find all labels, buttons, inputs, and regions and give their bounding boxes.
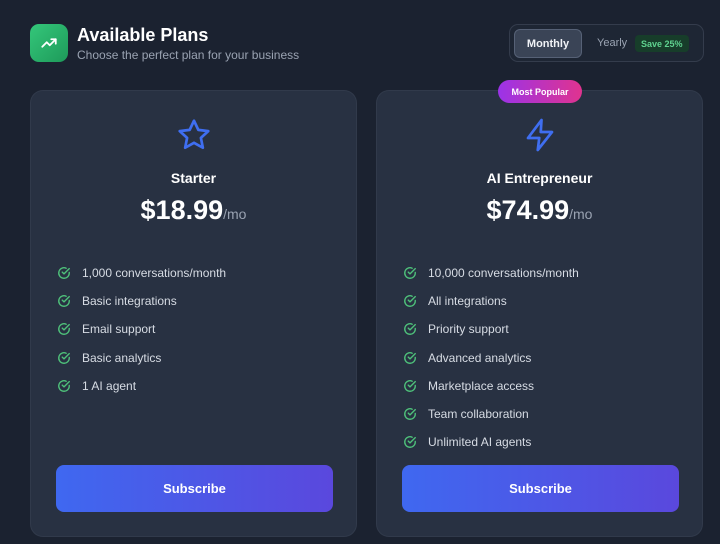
feature-item: Marketplace access	[403, 372, 579, 400]
price: $18.99/mo	[31, 195, 356, 226]
page-title: Available Plans	[77, 25, 209, 45]
feature-item: Unlimited AI agents	[403, 428, 579, 456]
monthly-toggle-button[interactable]: Monthly	[514, 29, 582, 58]
price-amount: $74.99	[486, 195, 570, 225]
subscribe-button-ai-entrepreneur[interactable]: Subscribe	[402, 465, 679, 512]
check-circle-icon	[58, 295, 70, 308]
check-circle-icon	[404, 436, 416, 449]
feature-text: Advanced analytics	[428, 350, 532, 365]
feature-text: Unlimited AI agents	[428, 435, 532, 450]
check-circle-icon	[404, 351, 416, 364]
check-circle-icon	[404, 408, 416, 420]
plan-name: AI Entrepreneur	[486, 170, 593, 186]
check-circle-icon	[404, 295, 416, 308]
feature-item: 1,000 conversations/month	[57, 259, 226, 287]
feature-item: Team collaboration	[403, 400, 579, 428]
feature-text: Email support	[82, 322, 156, 337]
feature-item: Email support	[57, 315, 226, 343]
check-circle-icon	[404, 379, 416, 392]
lightning-icon	[526, 118, 554, 152]
subscribe-button-starter[interactable]: Subscribe	[56, 465, 333, 512]
feature-text: 1,000 conversations/month	[82, 266, 227, 281]
feature-text: 10,000 conversations/month	[428, 266, 579, 281]
yearly-toggle-button[interactable]: Yearly	[597, 37, 627, 49]
feature-text: 1 AI agent	[82, 378, 137, 393]
page-subtitle: Choose the perfect plan for your busines…	[77, 48, 300, 62]
check-circle-icon	[404, 323, 416, 336]
feature-item: Basic integrations	[57, 287, 226, 315]
feature-text: Basic integrations	[82, 294, 177, 309]
price-period: /mo	[569, 206, 593, 222]
check-circle-icon	[58, 379, 70, 392]
check-circle-icon	[404, 267, 416, 279]
plan-name: Starter	[170, 170, 217, 186]
feature-text: Basic analytics	[82, 350, 162, 365]
star-icon	[178, 119, 210, 150]
billing-toggle: Monthly Yearly Save 25%	[509, 24, 704, 62]
feature-item: 1 AI agent	[57, 372, 226, 400]
feature-item: Priority support	[403, 315, 579, 343]
check-circle-icon	[58, 323, 70, 336]
feature-item: 10,000 conversations/month	[403, 259, 579, 287]
most-popular-badge: Most Popular	[498, 80, 582, 103]
price: $74.99/mo	[377, 195, 702, 226]
save-badge: Save 25%	[635, 35, 689, 52]
feature-list: 10,000 conversations/month All integrati…	[403, 259, 579, 456]
price-amount: $18.99	[140, 195, 224, 225]
feature-text: Priority support	[428, 322, 509, 337]
check-circle-icon	[58, 351, 70, 364]
feature-text: Team collaboration	[428, 407, 529, 422]
page-header: Available Plans Choose the perfect plan …	[30, 24, 299, 62]
plan-card-starter: Starter $18.99/mo 1,000 conversations/mo…	[30, 90, 357, 537]
pricing-page: Available Plans Choose the perfect plan …	[0, 0, 720, 544]
trending-up-icon	[30, 24, 68, 62]
feature-item: Advanced analytics	[403, 344, 579, 372]
feature-item: Basic analytics	[57, 344, 226, 372]
feature-list: 1,000 conversations/month Basic integrat…	[57, 259, 226, 400]
feature-text: Marketplace access	[428, 378, 535, 393]
feature-text: All integrations	[428, 294, 507, 309]
check-circle-icon	[58, 267, 70, 279]
plan-card-ai-entrepreneur: AI Entrepreneur $74.99/mo 10,000 convers…	[376, 90, 703, 537]
price-period: /mo	[223, 206, 247, 222]
feature-item: All integrations	[403, 287, 579, 315]
